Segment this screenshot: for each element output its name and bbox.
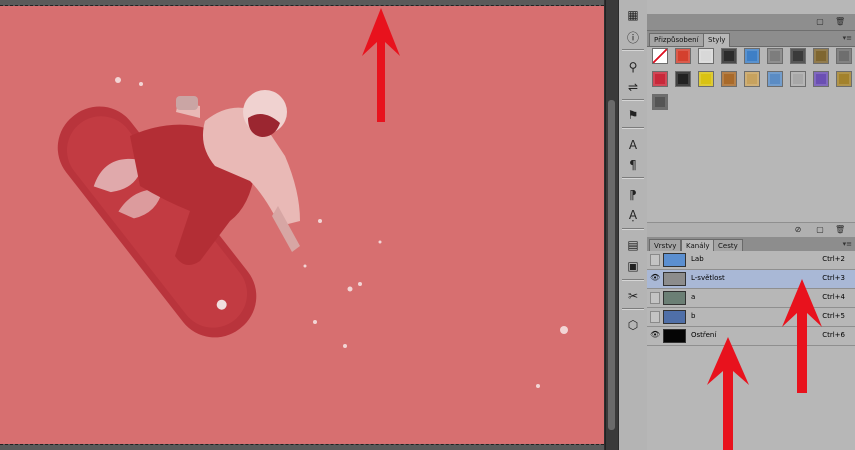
new-style-icon[interactable]: ▢ xyxy=(815,17,825,26)
style-swatch[interactable] xyxy=(698,48,714,64)
annotation-arrow-up xyxy=(362,8,400,122)
channel-name: a xyxy=(691,293,696,301)
style-swatch[interactable] xyxy=(675,71,691,87)
style-swatch[interactable] xyxy=(652,48,668,64)
channel-thumbnail xyxy=(663,272,686,286)
dock-divider xyxy=(622,228,644,230)
style-swatch[interactable] xyxy=(790,71,806,87)
style-swatch[interactable] xyxy=(767,71,783,87)
channel-name: L-světlost xyxy=(691,274,725,282)
channel-row[interactable]: Lab Ctrl+2 xyxy=(647,251,855,270)
info-icon[interactable]: ⓘ xyxy=(623,28,643,46)
character-styles-icon[interactable]: ⁋ xyxy=(623,186,643,204)
style-swatch[interactable] xyxy=(652,94,668,110)
visibility-eye-icon[interactable]: 👁 xyxy=(650,330,660,342)
3d-panel-icon[interactable]: ▦ xyxy=(623,6,643,24)
delete-icon[interactable]: 🗑 xyxy=(835,225,845,234)
dock-divider xyxy=(622,177,644,179)
document-canvas[interactable] xyxy=(0,0,605,450)
style-swatch[interactable] xyxy=(744,71,760,87)
mixer-icon[interactable]: ⇌ xyxy=(623,78,643,96)
style-swatch[interactable] xyxy=(813,71,829,87)
channel-thumbnail xyxy=(663,291,686,305)
visibility-eye-icon[interactable] xyxy=(650,254,660,266)
tab-adjustments[interactable]: Přizpůsobení xyxy=(649,33,704,46)
no-style-icon[interactable]: ⊘ xyxy=(793,225,803,234)
style-swatch[interactable] xyxy=(836,48,852,64)
paragraph-icon[interactable]: ¶ xyxy=(623,156,643,174)
snowboarder-photo[interactable] xyxy=(0,6,604,444)
brush-presets-icon[interactable]: ⚲ xyxy=(623,58,643,76)
annotation-arrow-up xyxy=(782,279,822,393)
3d-material-icon[interactable]: ⬡ xyxy=(623,316,643,334)
panel-dock-strip: ▦ ⓘ ⚲ ⇌ ⚑ A ¶ ⁋ Ạ ▤ ▣ ✂ ⬡ xyxy=(618,0,648,450)
visibility-eye-icon[interactable] xyxy=(650,311,660,323)
panel-menu-icon[interactable]: ▾≡ xyxy=(843,34,852,42)
style-swatch[interactable] xyxy=(813,48,829,64)
style-swatch[interactable] xyxy=(790,48,806,64)
channel-shortcut: Ctrl+5 xyxy=(822,312,845,320)
style-swatch[interactable] xyxy=(675,48,691,64)
layer-comps-icon[interactable]: ▤ xyxy=(623,236,643,254)
channel-name: Lab xyxy=(691,255,704,263)
style-swatch[interactable] xyxy=(652,71,668,87)
notes-icon[interactable]: ▣ xyxy=(623,257,643,275)
annotation-arrow-up xyxy=(707,337,749,450)
character-icon[interactable]: A xyxy=(623,136,643,154)
visibility-eye-icon[interactable]: 👁 xyxy=(650,273,660,285)
styles-panel-titlebar[interactable]: ▢ 🗑 xyxy=(647,14,855,31)
paragraph-styles-icon[interactable]: Ạ xyxy=(623,206,643,224)
dock-divider xyxy=(622,308,644,310)
styles-tabs-row: Přizpůsobení Styly ▾≡ xyxy=(647,31,855,47)
channel-shortcut: Ctrl+3 xyxy=(822,274,845,282)
new-style-icon[interactable]: ▢ xyxy=(815,225,825,234)
snowboarder-illustration xyxy=(57,77,568,388)
panel-menu-icon[interactable]: ▾≡ xyxy=(843,240,852,248)
dock-divider xyxy=(622,279,644,281)
clone-source-icon[interactable]: ⚑ xyxy=(623,106,643,124)
style-swatch[interactable] xyxy=(767,48,783,64)
canvas-vertical-scrollbar[interactable] xyxy=(605,0,618,450)
channel-shortcut: Ctrl+2 xyxy=(822,255,845,263)
channel-thumbnail xyxy=(663,329,686,343)
visibility-eye-icon[interactable] xyxy=(650,292,660,304)
style-swatch[interactable] xyxy=(721,71,737,87)
style-swatch[interactable] xyxy=(744,48,760,64)
style-swatch[interactable] xyxy=(698,71,714,87)
channel-name: b xyxy=(691,312,696,320)
channel-thumbnail xyxy=(663,310,686,324)
channel-shortcut: Ctrl+6 xyxy=(822,331,845,339)
tool-presets-icon[interactable]: ✂ xyxy=(623,287,643,305)
style-swatch[interactable] xyxy=(836,71,852,87)
style-swatch[interactable] xyxy=(721,48,737,64)
channel-shortcut: Ctrl+4 xyxy=(822,293,845,301)
dock-divider xyxy=(622,99,644,101)
dock-divider xyxy=(622,127,644,129)
styles-panel-footer: ⊘ ▢ 🗑 xyxy=(647,222,855,237)
channel-thumbnail xyxy=(663,253,686,267)
delete-icon[interactable]: 🗑 xyxy=(835,17,845,26)
scrollbar-thumb[interactable] xyxy=(608,100,615,430)
tab-styles[interactable]: Styly xyxy=(703,33,731,47)
selection-border-bottom xyxy=(0,444,604,445)
dock-divider xyxy=(622,49,644,51)
